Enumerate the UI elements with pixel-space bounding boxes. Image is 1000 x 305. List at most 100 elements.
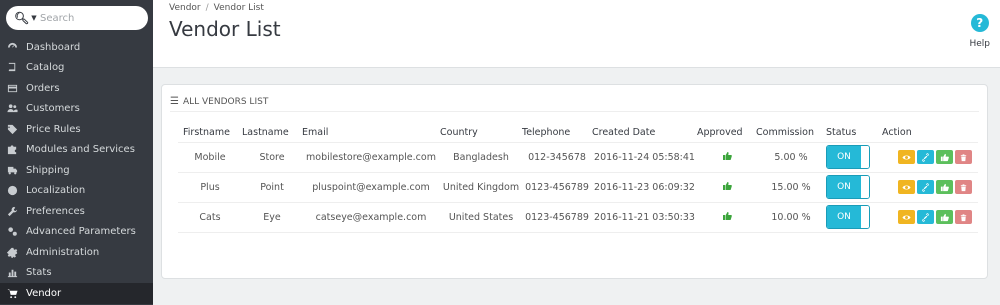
cell-created: 2016-11-21 03:50:33 (592, 202, 697, 233)
delete-button[interactable] (955, 210, 972, 224)
panel-title: ALL VENDORS LIST (182, 96, 269, 107)
status-on-label: ON (827, 176, 861, 198)
approve-button[interactable] (936, 150, 953, 164)
sidebar-item-localization[interactable]: Localization (0, 181, 153, 202)
cell-email: mobilestore@example.com (302, 142, 440, 173)
sidebar-item-shipping[interactable]: Shipping (0, 160, 153, 181)
panel-heading: ☰ ALL VENDORS LIST (170, 92, 979, 112)
status-on-label: ON (827, 146, 861, 168)
status-off-slot (861, 176, 869, 198)
delete-button[interactable] (955, 180, 972, 194)
book-icon (5, 62, 19, 74)
cell-country: Bangladesh (440, 142, 522, 173)
cell-actions (882, 142, 978, 173)
sidebar-item-preferences[interactable]: Preferences (0, 201, 153, 222)
page-header: Vendor / Vendor List Vendor List ? Help (153, 0, 1000, 68)
column-header-email[interactable]: Email (302, 123, 440, 143)
view-button[interactable] (898, 180, 915, 194)
cell-commission: 10.00 % (756, 202, 826, 233)
delete-button[interactable] (955, 150, 972, 164)
trash-icon (960, 183, 967, 191)
sidebar-item-dashboard[interactable]: Dashboard (0, 37, 153, 58)
sidebar-item-label: Customers (26, 103, 80, 115)
cell-actions (882, 172, 978, 203)
cell-commission: 5.00 % (756, 142, 826, 173)
cell-status: ON (826, 142, 882, 173)
sidebar-item-label: Shipping (26, 164, 70, 176)
table-row: Mobile Store mobilestore@example.com Bangla… (178, 142, 978, 173)
help-icon: ? (970, 14, 989, 32)
sidebar-item-stats[interactable]: Stats (0, 263, 153, 284)
column-header-approved[interactable]: Approved (697, 123, 756, 143)
sidebar: 🔍︎ ▼ Dashboard Catalog Orders Customers Pric… (0, 0, 153, 305)
credit-card-icon (5, 82, 19, 94)
trash-icon (960, 213, 967, 221)
link-icon (922, 212, 929, 222)
sidebar-item-price-rules[interactable]: Price Rules (0, 119, 153, 140)
status-toggle[interactable]: ON (826, 175, 870, 199)
column-header-country[interactable]: Country (440, 123, 522, 143)
column-header-created-date[interactable]: Created Date (592, 123, 697, 143)
cell-email: pluspoint@example.com (302, 172, 440, 203)
search-icon: 🔍︎ (14, 11, 30, 25)
dashboard-icon (5, 41, 19, 53)
cell-actions (882, 202, 978, 233)
column-header-status[interactable]: Status (826, 123, 882, 143)
cell-approved (697, 142, 756, 173)
cell-telephone: 0123-456789 (522, 172, 592, 203)
gear-icon (5, 246, 19, 258)
caret-down-icon: ▼ (31, 14, 37, 22)
column-header-action: Action (882, 123, 978, 143)
sidebar-item-label: Orders (26, 82, 60, 94)
link-button[interactable] (917, 150, 934, 164)
status-off-slot (861, 146, 869, 168)
bar-chart-icon (5, 267, 19, 279)
search-input[interactable] (40, 8, 140, 28)
sidebar-item-administration[interactable]: Administration (0, 242, 153, 263)
column-header-firstname[interactable]: Firstname (178, 123, 242, 143)
view-button[interactable] (898, 150, 915, 164)
globe-icon (5, 185, 19, 197)
status-toggle[interactable]: ON (826, 205, 870, 229)
cell-country: United Kingdom (440, 172, 522, 203)
list-icon: ☰ (170, 96, 179, 107)
sidebar-item-advanced-parameters[interactable]: Advanced Parameters (0, 222, 153, 243)
sidebar-item-catalog[interactable]: Catalog (0, 58, 153, 79)
sidebar-item-label: Modules and Services (26, 144, 135, 156)
thumbs-up-icon (722, 211, 732, 224)
breadcrumb-item-vendor[interactable]: Vendor (169, 3, 201, 13)
sidebar-item-orders[interactable]: Orders (0, 78, 153, 99)
page-title: Vendor List (169, 17, 281, 41)
vendors-table: Firstname Lastname Email Country Telepho… (178, 123, 978, 233)
cell-telephone: 0123-456789 (522, 202, 592, 233)
sidebar-item-label: Preferences (26, 205, 85, 217)
approve-button[interactable] (936, 180, 953, 194)
link-button[interactable] (917, 210, 934, 224)
column-header-commission[interactable]: Commission (756, 123, 826, 143)
status-toggle[interactable]: ON (826, 145, 870, 169)
wrench-icon (5, 205, 19, 217)
sidebar-item-label: Stats (26, 267, 52, 279)
sidebar-item-vendor[interactable]: Vendor (0, 283, 153, 304)
link-button[interactable] (917, 180, 934, 194)
puzzle-icon (5, 144, 19, 156)
thumbs-up-icon (722, 181, 732, 194)
view-button[interactable] (898, 210, 915, 224)
thumbs-up-icon (940, 213, 949, 221)
search-type-dropdown[interactable]: 🔍︎ ▼ (6, 6, 40, 30)
cell-created: 2016-11-23 06:09:32 (592, 172, 697, 203)
sidebar-item-customers[interactable]: Customers (0, 99, 153, 120)
link-icon (922, 182, 929, 192)
eye-icon (902, 184, 911, 190)
breadcrumb-item-vendor-list[interactable]: Vendor List (214, 3, 264, 13)
sidebar-menu: Dashboard Catalog Orders Customers Price Rul… (0, 37, 153, 304)
cell-country: United States (440, 202, 522, 233)
help-button[interactable]: ? Help (969, 14, 990, 49)
cell-lastname: Point (242, 172, 302, 203)
column-header-telephone[interactable]: Telephone (522, 123, 592, 143)
approve-button[interactable] (936, 210, 953, 224)
column-header-lastname[interactable]: Lastname (242, 123, 302, 143)
truck-icon (5, 164, 19, 176)
status-on-label: ON (827, 206, 861, 228)
sidebar-item-modules-and-services[interactable]: Modules and Services (0, 140, 153, 161)
